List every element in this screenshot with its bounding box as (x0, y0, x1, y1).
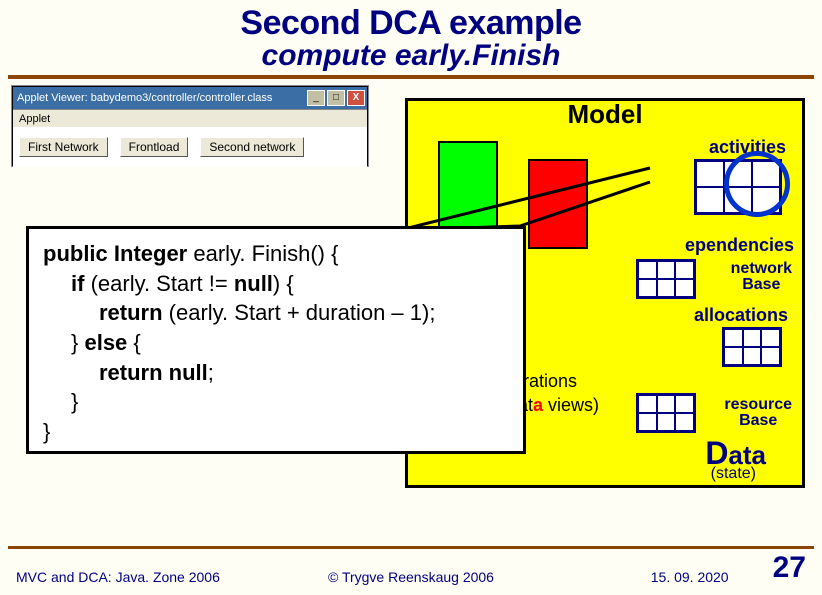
footer-copyright: © Trygve Reenskaug 2006 (279, 569, 542, 585)
window-close-button[interactable]: X (347, 90, 365, 106)
applet-window: Applet Viewer: babydemo3/controller/cont… (12, 86, 368, 166)
second-network-button[interactable]: Second network (200, 137, 304, 157)
dependencies-grid (636, 259, 696, 299)
slide-footer: MVC and DCA: Java. Zone 2006 © Trygve Re… (0, 551, 822, 585)
footer-divider (8, 546, 814, 549)
window-maximize-button[interactable]: □ (327, 90, 345, 106)
applet-title-text: Applet Viewer: babydemo3/controller/cont… (17, 92, 272, 104)
state-label: (state) (711, 465, 756, 483)
dependencies-label: ependencies (685, 235, 794, 256)
window-minimize-button[interactable]: _ (307, 90, 325, 106)
highlight-circle (724, 151, 790, 217)
resource-grid (636, 393, 696, 433)
allocations-label: allocations (694, 305, 788, 326)
callout-pointer (400, 160, 660, 230)
footer-left: MVC and DCA: Java. Zone 2006 (16, 569, 279, 585)
footer-date: 15. 09. 2020 (651, 569, 729, 585)
page-number: 27 (773, 551, 806, 585)
title-divider (8, 75, 814, 79)
slide-title: Second DCA example (0, 4, 822, 43)
network-base-label: network Base (731, 261, 792, 293)
applet-sub-label: Applet (13, 109, 367, 127)
frontload-button[interactable]: Frontload (120, 137, 189, 157)
first-network-button[interactable]: First Network (19, 137, 108, 157)
code-callout: public Integer early. Finish() { if (ear… (26, 226, 526, 454)
resource-base-label: resource Base (724, 397, 792, 429)
allocations-grid (722, 327, 782, 367)
slide-subtitle: compute early.Finish (0, 39, 822, 73)
model-title: Model (567, 99, 642, 130)
applet-titlebar: Applet Viewer: babydemo3/controller/cont… (13, 87, 367, 109)
